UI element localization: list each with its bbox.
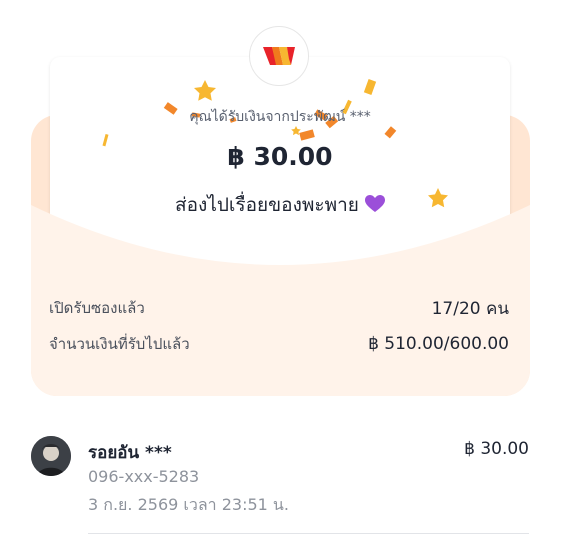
opened-stat: เปิดรับซองแล้ว 17/20 คน [49, 296, 509, 320]
avatar [31, 436, 71, 476]
recipient-phone: 096-xxx-5283 [88, 467, 200, 486]
confetti-decoration [102, 79, 448, 208]
envelope-message: ส่องไปเรื่อยของพะพาย [50, 190, 510, 220]
envelope-amount: ฿ 30.00 [227, 142, 333, 171]
purple-heart-icon [364, 195, 385, 212]
opened-label: เปิดรับซองแล้ว [49, 299, 145, 317]
sender-text: คุณได้รับเงินจากประพัฒน์ *** [189, 109, 371, 125]
star-icon [194, 80, 216, 101]
message-text: ส่องไปเรื่อยของพะพาย [175, 194, 359, 216]
received-label: จำนวนเงินที่รับไปแล้ว [49, 335, 190, 353]
recipient-time: 3 ก.ย. 2569 เวลา 23:51 น. [88, 495, 289, 514]
received-value: ฿ 510.00/600.00 [368, 334, 509, 354]
opened-value: 17/20 คน [431, 298, 509, 319]
recipient-name: รอยอัน *** [88, 443, 172, 463]
recipient-amount: ฿ 30.00 [464, 439, 529, 459]
received-stat: จำนวนเงินที่รับไปแล้ว ฿ 510.00/600.00 [49, 332, 509, 356]
